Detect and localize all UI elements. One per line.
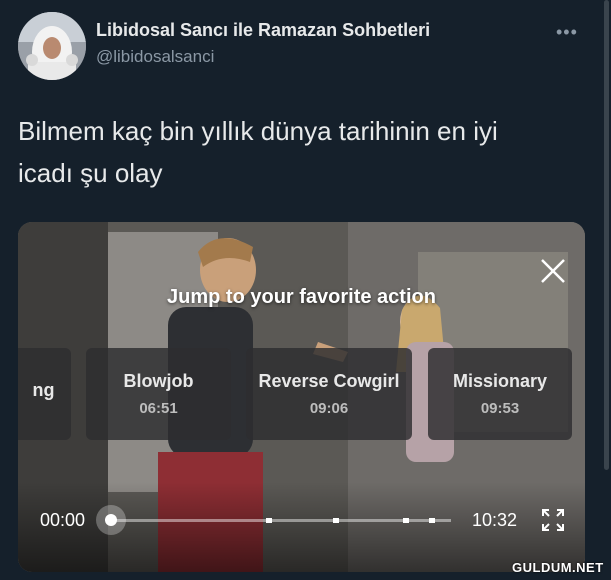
chapter-marker	[333, 518, 339, 523]
video-player[interactable]: Jump to your favorite action ng Blowjob …	[18, 222, 585, 572]
tweet-text-line-2: icadı şu olay	[18, 158, 163, 188]
chapter-label: Missionary	[452, 371, 548, 391]
overlay-title: Jump to your favorite action	[167, 286, 436, 308]
chapter-label: Reverse Cowgirl	[258, 371, 400, 391]
chapter-time: 09:53	[480, 400, 520, 417]
chapter-card[interactable]: Missionary 09:53	[428, 348, 572, 440]
tweet-text: Bilmem kaç bin yıllık dünya tarihinin en…	[18, 110, 578, 194]
total-time: 10:32	[472, 510, 518, 530]
chapter-time: 09:06	[309, 400, 349, 417]
chapter-label: ng	[32, 379, 55, 400]
avatar[interactable]	[18, 12, 86, 80]
user-handle[interactable]: @libidosalsanci	[96, 47, 214, 67]
scrollbar[interactable]	[604, 0, 609, 470]
chapter-card[interactable]: ng	[18, 348, 71, 440]
progress-track[interactable]	[111, 518, 451, 523]
current-time: 00:00	[40, 510, 86, 530]
display-name[interactable]: Libidosal Sancı ile Ramazan Sohbetleri	[96, 20, 430, 41]
fullscreen-icon[interactable]	[541, 508, 565, 532]
chapter-marker	[266, 518, 272, 523]
chapter-label: Blowjob	[123, 371, 194, 391]
scrubber-handle[interactable]	[96, 505, 126, 535]
tweet-text-line-1: Bilmem kaç bin yıllık dünya tarihinin en…	[18, 116, 498, 146]
chapter-card[interactable]: Blowjob 06:51	[86, 348, 231, 440]
close-icon[interactable]	[538, 256, 568, 286]
watermark: GULDUM.NET	[512, 560, 604, 575]
chapter-card[interactable]: Reverse Cowgirl 09:06	[246, 348, 412, 440]
chapter-time: 06:51	[139, 400, 178, 417]
more-icon[interactable]: •••	[556, 22, 578, 43]
chapter-marker	[429, 518, 435, 523]
chapter-marker	[403, 518, 409, 523]
